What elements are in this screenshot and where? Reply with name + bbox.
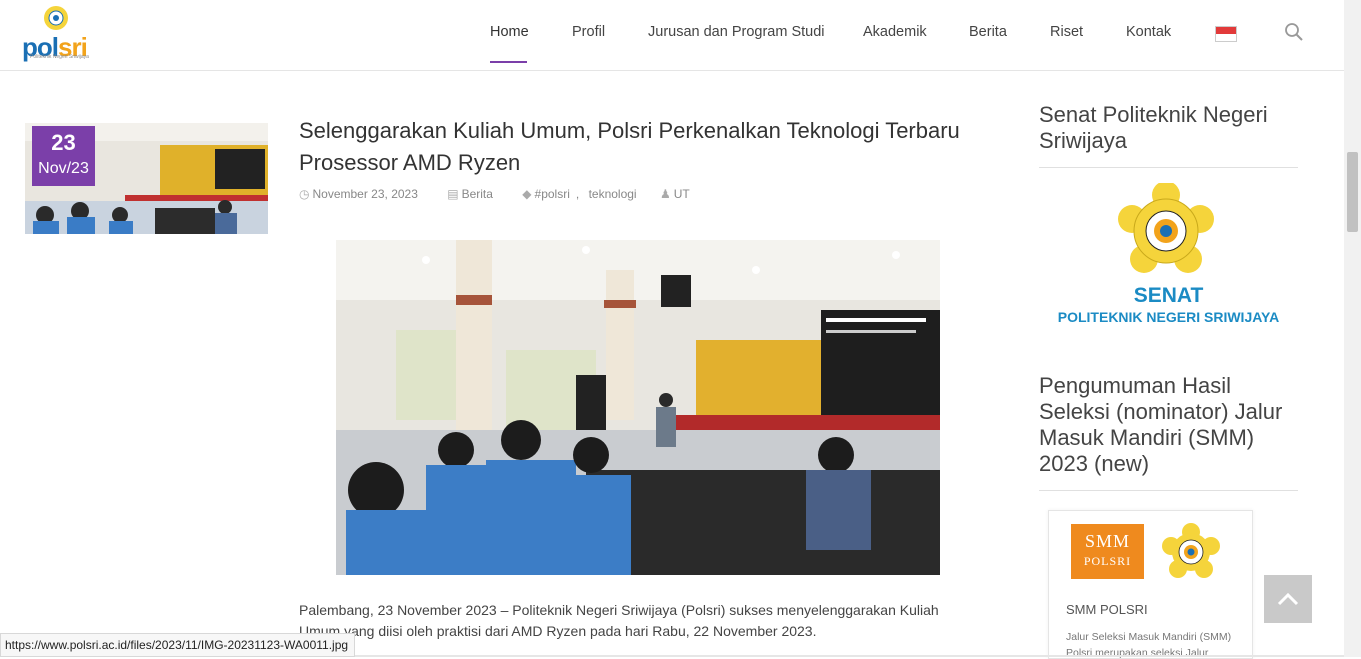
post-date[interactable]: November 23, 2023 — [312, 187, 417, 201]
nav-jurusan[interactable]: Jurusan dan Program Studi — [648, 24, 825, 40]
site-header: polsri Politeknik Negeri Sriwijaya Home … — [0, 0, 1344, 71]
polsri-logo[interactable]: polsri Politeknik Negeri Sriwijaya — [22, 4, 92, 62]
smm-badge-title: SMM — [1084, 531, 1131, 551]
widget-title-senat: Senat Politeknik Negeri Sriwijaya — [1039, 102, 1268, 153]
nav-home[interactable]: Home — [490, 24, 529, 40]
logo-flower-icon — [44, 6, 68, 30]
post-category[interactable]: Berita — [462, 187, 493, 201]
date-month: Nov/23 — [38, 160, 89, 177]
smm-card[interactable]: SMM POLSRI SMM POLSRI Jalur Seleksi Masu… — [1048, 510, 1253, 659]
widget-title-smm: Pengumuman Hasil Seleksi (nominator) Jal… — [1039, 373, 1283, 476]
post-featured-image[interactable] — [336, 240, 940, 575]
post-tag-teknologi[interactable]: teknologi — [589, 187, 637, 201]
nav-kontak[interactable]: Kontak — [1126, 24, 1171, 40]
nav-profil[interactable]: Profil — [572, 24, 605, 40]
search-icon[interactable] — [1284, 22, 1304, 42]
chevron-up-icon — [1277, 592, 1299, 606]
post-author[interactable]: UT — [674, 187, 690, 201]
clock-icon: ◷ — [299, 187, 310, 201]
nav-riset[interactable]: Riset — [1050, 24, 1083, 40]
indonesia-flag-icon[interactable] — [1215, 26, 1237, 42]
post-date-badge: 23 Nov/23 — [32, 126, 95, 186]
senat-seal-icon — [1118, 181, 1214, 273]
back-to-top-button[interactable] — [1264, 575, 1312, 623]
smm-card-title[interactable]: SMM POLSRI — [1066, 602, 1148, 617]
post-tag-polsri[interactable]: #polsri — [535, 187, 570, 201]
post-excerpt: Palembang, 23 November 2023 – Politeknik… — [299, 602, 939, 639]
post-meta: ◷ November 23, 2023 ▤ Berita ◆ #polsri, tek… — [299, 187, 690, 201]
folder-icon: ▤ — [447, 187, 459, 201]
nav-akademik[interactable]: Akademik — [863, 24, 927, 40]
status-bar-url: https://www.polsri.ac.id/files/2023/11/I… — [0, 633, 356, 657]
post-title[interactable]: Selenggarakan Kuliah Umum, Polsri Perken… — [299, 115, 989, 179]
lecture-hall-photo — [336, 240, 940, 575]
page-scrollbar[interactable] — [1344, 0, 1361, 657]
smm-badge-subtitle: POLSRI — [1083, 554, 1132, 568]
senat-subheading: POLITEKNIK NEGERI SRIWIJAYA — [1057, 309, 1280, 325]
nav-active-indicator — [490, 61, 527, 63]
widget-divider — [1039, 167, 1298, 168]
logo-subtitle: Politeknik Negeri Sriwijaya — [30, 54, 89, 60]
scrollbar-thumb[interactable] — [1347, 152, 1358, 232]
user-icon: ♟ — [659, 187, 671, 201]
date-day: 23 — [51, 130, 76, 155]
polsri-seal-icon — [1162, 523, 1220, 578]
smm-badge: SMM POLSRI — [1071, 524, 1144, 579]
nav-berita[interactable]: Berita — [969, 24, 1007, 40]
senat-heading: SENAT — [1133, 284, 1204, 307]
senat-caption: SENAT POLITEKNIK NEGERI SRIWIJAYA — [1039, 284, 1298, 325]
widget-divider — [1039, 490, 1298, 491]
tag-icon: ◆ — [522, 187, 532, 201]
